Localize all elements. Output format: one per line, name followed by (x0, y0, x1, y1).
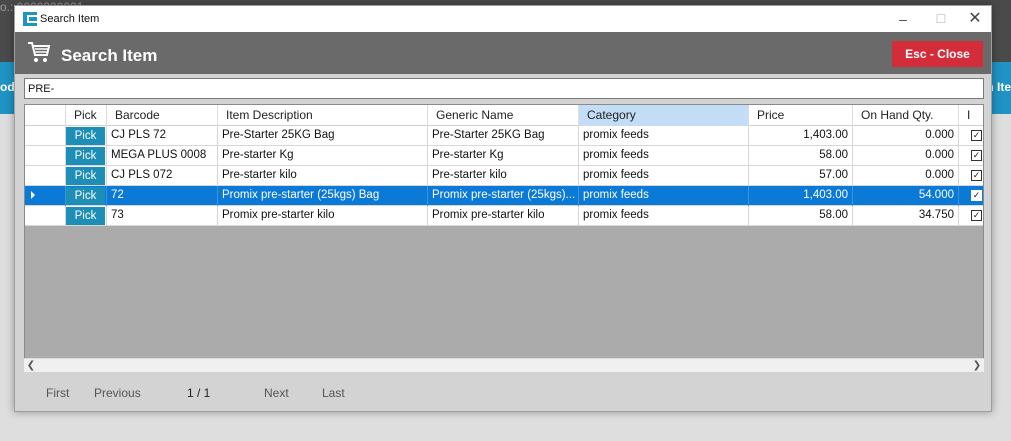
table-row[interactable]: Pick CJ PLS 72 Pre-Starter 25KG Bag Pre-Sta… (25, 126, 983, 146)
window-close-button[interactable]: ✕ (957, 6, 993, 32)
column-header-category[interactable]: Category (579, 105, 749, 126)
cell-item-description: Pre-starter kilo (218, 166, 428, 186)
dialog-header: Search Item (15, 32, 991, 74)
row-checkbox[interactable]: ✓ (971, 170, 982, 181)
column-header-item-description[interactable]: Item Description (218, 105, 428, 126)
pager-first-button[interactable]: First (46, 386, 69, 400)
table-row[interactable]: Pick MEGA PLUS 0008 Pre-starter Kg Pre-star… (25, 146, 983, 166)
scroll-right-icon[interactable]: ❯ (970, 359, 984, 373)
cell-generic-name: Pre-Starter 25KG Bag (428, 126, 579, 146)
pager-previous-button[interactable]: Previous (94, 386, 141, 400)
cell-generic-name: Promix pre-starter (25kgs)... (428, 186, 579, 206)
window-title: Search Item (40, 13, 100, 25)
table-row[interactable]: Pick 73 Promix pre-starter kilo Promix pre-… (25, 206, 983, 226)
row-indicator[interactable] (25, 146, 66, 166)
current-row-arrow-icon (31, 191, 35, 199)
cell-price: 1,403.00 (749, 186, 853, 206)
pager-last-button[interactable]: Last (322, 386, 345, 400)
row-indicator[interactable] (25, 206, 66, 226)
cell-item-description: Pre-starter Kg (218, 146, 428, 166)
pager-next-button[interactable]: Next (264, 386, 289, 400)
row-indicator[interactable] (25, 126, 66, 146)
cell-category: promix feeds (579, 186, 749, 206)
cell-item-description: Promix pre-starter kilo (218, 206, 428, 226)
shopping-cart-icon (28, 42, 51, 62)
row-indicator[interactable] (25, 166, 66, 186)
column-header-barcode[interactable]: Barcode (107, 105, 218, 126)
cell-barcode: CJ PLS 72 (107, 126, 218, 146)
app-icon (23, 12, 37, 26)
cell-category: promix feeds (579, 126, 749, 146)
cell-item-description: Pre-Starter 25KG Bag (218, 126, 428, 146)
column-header-price[interactable]: Price (749, 105, 853, 126)
search-input[interactable] (24, 78, 984, 99)
cell-generic-name: Pre-starter kilo (428, 166, 579, 186)
pager-page-indicator: 1 / 1 (187, 386, 211, 400)
column-header-indicator (25, 105, 66, 126)
row-checkbox[interactable]: ✓ (971, 150, 982, 161)
cell-on-hand-qty: 0.000 (853, 126, 959, 146)
pick-button[interactable]: Pick (66, 127, 105, 145)
cell-on-hand-qty: 54.000 (853, 186, 959, 206)
column-header-generic-name[interactable]: Generic Name (428, 105, 579, 126)
pager: First Previous 1 / 1 Next Last (15, 382, 991, 406)
search-item-dialog: Search Item – ☐ ✕ Search Item Esc - Clos… (14, 5, 992, 412)
column-header-i[interactable]: I (959, 105, 983, 126)
grid-header-row: Pick Barcode Item Description Generic Na… (25, 105, 983, 126)
cell-price: 58.00 (749, 146, 853, 166)
cell-on-hand-qty: 0.000 (853, 146, 959, 166)
cell-category: promix feeds (579, 166, 749, 186)
items-grid: Pick Barcode Item Description Generic Na… (24, 104, 984, 372)
table-row[interactable]: Pick 72 Promix pre-starter (25kgs) Bag Prom… (25, 186, 983, 206)
horizontal-scrollbar[interactable]: ❮ ❯ (24, 358, 984, 372)
row-checkbox[interactable]: ✓ (971, 130, 982, 141)
cell-barcode: CJ PLS 072 (107, 166, 218, 186)
scroll-left-icon[interactable]: ❮ (24, 359, 38, 373)
row-indicator[interactable] (25, 186, 66, 206)
row-checkbox[interactable]: ✓ (971, 210, 982, 221)
column-header-pick[interactable]: Pick (66, 105, 107, 126)
table-row[interactable]: Pick CJ PLS 072 Pre-starter kilo Pre-starte… (25, 166, 983, 186)
cell-price: 1,403.00 (749, 126, 853, 146)
cell-on-hand-qty: 0.000 (853, 166, 959, 186)
dialog-title: Search Item (61, 46, 158, 65)
cell-price: 57.00 (749, 166, 853, 186)
cell-item-description: Promix pre-starter (25kgs) Bag (218, 186, 428, 206)
maximize-button[interactable]: ☐ (923, 6, 959, 32)
cell-generic-name: Pre-starter Kg (428, 146, 579, 166)
cell-barcode: MEGA PLUS 0008 (107, 146, 218, 166)
cell-category: promix feeds (579, 206, 749, 226)
cell-price: 58.00 (749, 206, 853, 226)
minimize-button[interactable]: – (885, 6, 921, 32)
window-titlebar: Search Item – ☐ ✕ (15, 6, 991, 32)
cell-category: promix feeds (579, 146, 749, 166)
cell-generic-name: Promix pre-starter kilo (428, 206, 579, 226)
cell-barcode: 73 (107, 206, 218, 226)
cell-on-hand-qty: 34.750 (853, 206, 959, 226)
pick-button[interactable]: Pick (66, 167, 105, 185)
column-header-on-hand-qty[interactable]: On Hand Qty. (853, 105, 959, 126)
pick-button[interactable]: Pick (66, 207, 105, 225)
cell-barcode: 72 (107, 186, 218, 206)
row-checkbox[interactable]: ✓ (971, 190, 982, 201)
pick-button[interactable]: Pick (66, 147, 105, 165)
pick-button[interactable]: Pick (66, 187, 105, 205)
esc-close-button[interactable]: Esc - Close (892, 41, 983, 67)
